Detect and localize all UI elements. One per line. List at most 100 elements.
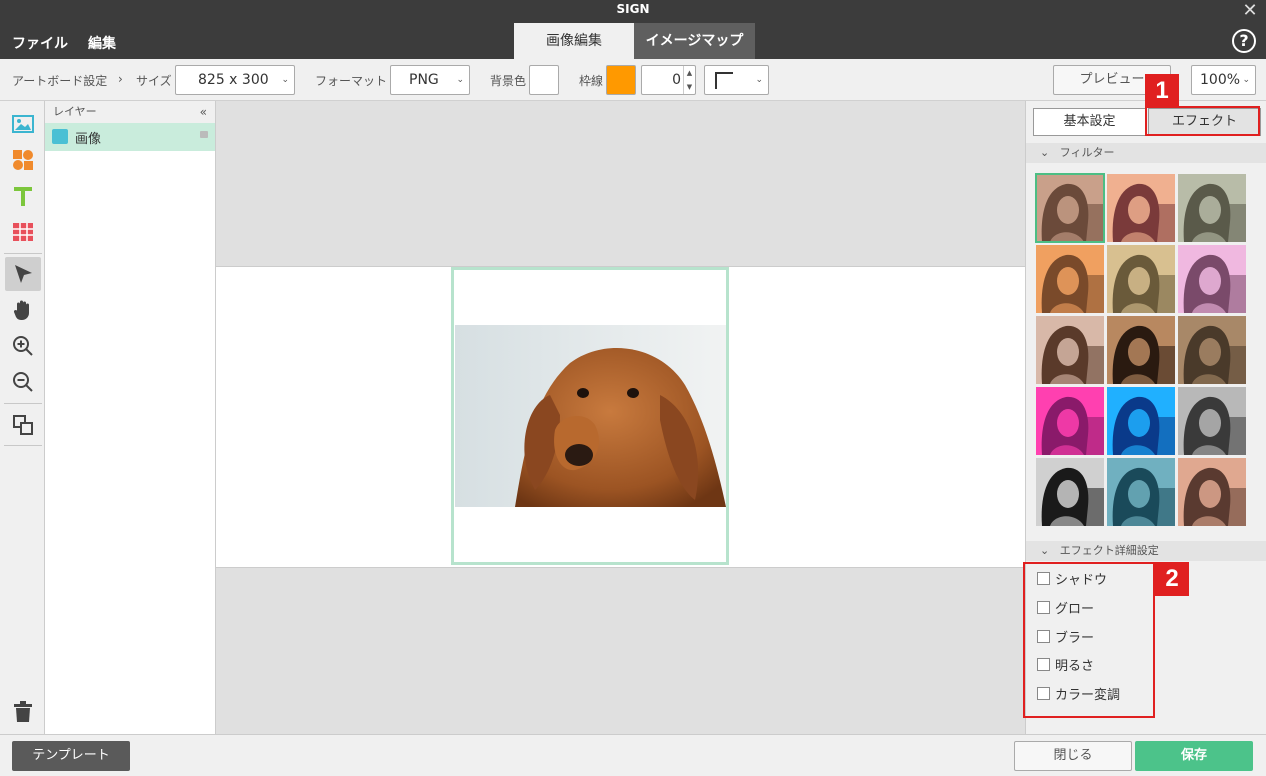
menu-file[interactable]: ファイル [12, 33, 68, 53]
filter-preview-image [1107, 316, 1175, 384]
zoom-out-icon [13, 372, 33, 392]
filter-thumbnail[interactable] [1107, 387, 1175, 455]
border-color-swatch[interactable] [606, 65, 636, 95]
lock-icon[interactable] [200, 131, 208, 138]
filter-thumbnail[interactable] [1036, 387, 1104, 455]
filter-preview-image [1107, 174, 1175, 242]
delete-tool[interactable] [5, 695, 41, 729]
annotation-box-2 [1023, 562, 1155, 718]
filter-thumbnail[interactable] [1178, 458, 1246, 526]
add-text-tool[interactable] [5, 179, 41, 213]
image-icon [12, 115, 34, 133]
filter-thumbnail[interactable] [1036, 458, 1104, 526]
filter-preview-image [1036, 174, 1104, 242]
format-label: フォーマット [315, 74, 388, 88]
divider [4, 445, 42, 446]
canvas-area [216, 101, 1025, 734]
filter-preview-image [1178, 316, 1246, 384]
cursor-arrow-icon [15, 265, 32, 283]
hand-icon [13, 300, 29, 320]
effects-section-header[interactable]: ⌄ エフェクト詳細設定 [1026, 541, 1266, 561]
filter-preview-image [1036, 316, 1104, 384]
text-icon [14, 187, 32, 206]
layer-item[interactable]: 画像 [45, 123, 215, 151]
bg-color-swatch[interactable] [529, 65, 559, 95]
chevron-down-icon: ⌄ [456, 75, 464, 85]
collapse-icon[interactable]: « [200, 101, 207, 123]
spinner-arrows-icon[interactable]: ▲ ▼ [683, 66, 695, 94]
chevron-down-icon: ⌄ [1242, 75, 1250, 85]
hand-tool[interactable] [5, 293, 41, 327]
selection-frame[interactable] [451, 267, 729, 565]
border-width-value: 0 [672, 72, 681, 88]
tab-imagemap[interactable]: イメージマップ [634, 23, 755, 59]
filter-preview-image [1107, 387, 1175, 455]
format-value: PNG [409, 72, 439, 88]
help-icon[interactable]: ? [1232, 29, 1256, 53]
filter-preview-image [1107, 245, 1175, 313]
layer-item-label: 画像 [75, 132, 102, 147]
border-width-input[interactable]: 0 ▲ ▼ [641, 65, 696, 95]
filter-thumbnail[interactable] [1035, 173, 1105, 243]
save-button[interactable]: 保存 [1135, 741, 1253, 771]
annotation-number-2: 2 [1155, 562, 1189, 596]
zoom-out-tool[interactable] [5, 365, 41, 399]
filter-preview-image [1178, 387, 1246, 455]
size-select[interactable]: 825 x 300 ⌄ [175, 65, 295, 95]
filter-preview-image [1036, 387, 1104, 455]
select-tool[interactable] [5, 257, 41, 291]
zoom-value: 100% [1200, 72, 1241, 88]
border-style-select[interactable]: ⌄ [704, 65, 769, 95]
layers-header: レイヤー « [45, 101, 215, 123]
filters-section-header[interactable]: ⌄ フィルター [1026, 143, 1266, 163]
tool-strip [0, 101, 45, 734]
zoom-in-tool[interactable] [5, 329, 41, 363]
arrange-tool[interactable] [5, 408, 41, 442]
filter-thumbnail[interactable] [1178, 174, 1246, 242]
filter-thumbnail[interactable] [1178, 316, 1246, 384]
title-bar: SIGN ✕ ファイル 編集 画像編集 イメージマップ ? [0, 0, 1266, 59]
tab-image-edit[interactable]: 画像編集 [514, 23, 634, 59]
divider [4, 403, 42, 404]
annotation-box-1 [1145, 106, 1260, 136]
filter-thumbnail[interactable] [1036, 245, 1104, 313]
table-icon [13, 223, 33, 241]
filter-preview-image [1036, 458, 1104, 526]
filter-thumbnail[interactable] [1178, 387, 1246, 455]
close-button[interactable]: 閉じる [1014, 741, 1132, 771]
divider [4, 253, 42, 254]
layers-title: レイヤー [53, 105, 97, 118]
template-button[interactable]: テンプレート [12, 741, 130, 771]
filter-thumbnail[interactable] [1107, 316, 1175, 384]
shapes-icon [13, 150, 33, 170]
size-value: 825 x 300 [198, 72, 269, 88]
add-shape-tool[interactable] [5, 143, 41, 177]
image-layer-icon [52, 129, 68, 144]
filter-preview-image [1107, 458, 1175, 526]
tab-basic-settings[interactable]: 基本設定 [1033, 108, 1146, 136]
add-table-tool[interactable] [5, 215, 41, 249]
close-icon[interactable]: ✕ [1240, 1, 1260, 21]
effects-title: エフェクト詳細設定 [1059, 544, 1159, 557]
artboard-settings-label: アートボード設定 [12, 74, 108, 88]
corner-style-icon [715, 72, 733, 89]
bg-color-label: 背景色 [490, 74, 527, 88]
chevron-down-icon: ⌄ [1040, 146, 1060, 159]
filter-thumbnail[interactable] [1178, 245, 1246, 313]
filter-preview-image [1036, 245, 1104, 313]
annotation-number-1: 1 [1145, 74, 1179, 108]
footer: テンプレート 閉じる 保存 [0, 734, 1266, 776]
chevron-down-icon: ⌄ [755, 75, 763, 85]
filter-thumbnail[interactable] [1107, 174, 1175, 242]
filter-thumbnail[interactable] [1107, 245, 1175, 313]
add-image-tool[interactable] [5, 107, 41, 141]
format-select[interactable]: PNG ⌄ [390, 65, 470, 95]
layer-order-icon [13, 415, 33, 435]
zoom-select[interactable]: 100% ⌄ [1191, 65, 1256, 95]
chevron-down-icon: ⌄ [281, 75, 289, 85]
menu-edit[interactable]: 編集 [88, 33, 116, 53]
filter-thumbnail[interactable] [1107, 458, 1175, 526]
filter-thumbnail[interactable] [1036, 316, 1104, 384]
app-title: SIGN [616, 2, 650, 16]
filter-preview-image [1178, 458, 1246, 526]
